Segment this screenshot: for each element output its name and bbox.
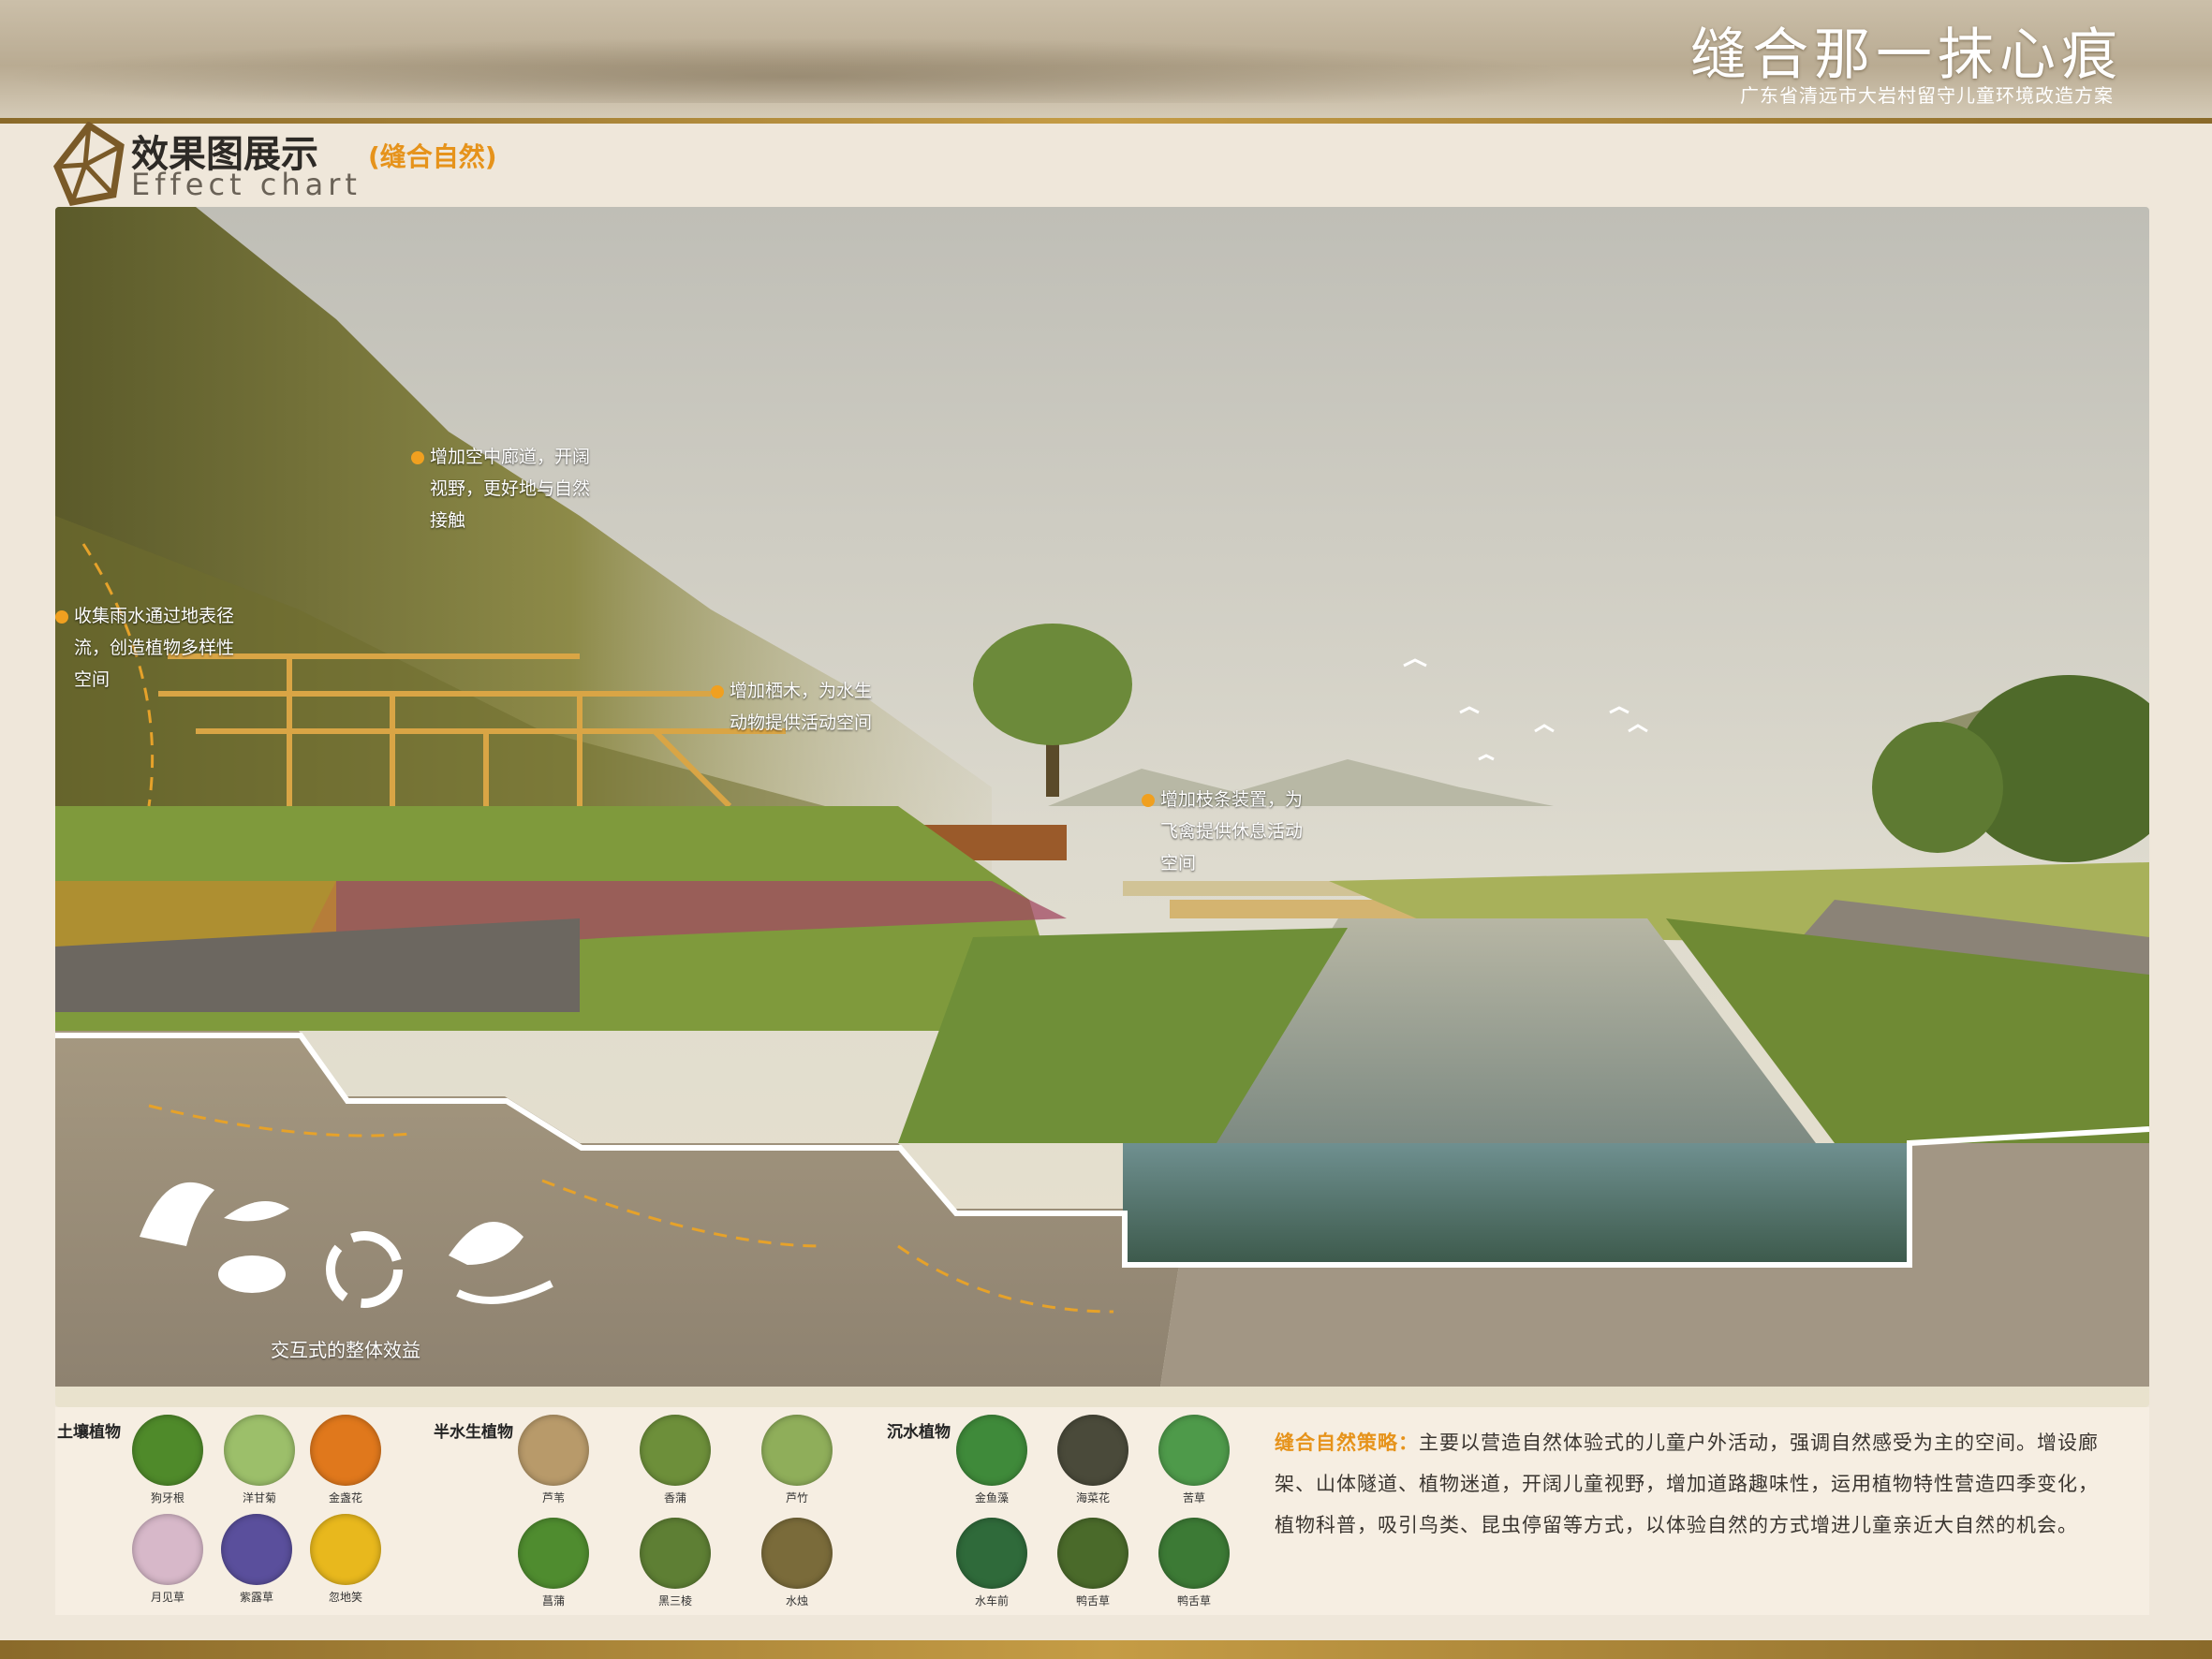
- plant-item: 紫露草: [219, 1514, 294, 1605]
- effect-render: 增加空中廊道，开阔 视野，更好地与自然 接触 收集雨水通过地表径 流，创造植物多…: [55, 207, 2149, 1407]
- callout-marker-icon: [411, 450, 424, 464]
- group-title-submerged: 沉水植物: [887, 1423, 951, 1442]
- plant-item: 狗牙根: [130, 1415, 205, 1505]
- plant-item: 苦草: [1157, 1415, 1231, 1505]
- plant-item: 水车前: [954, 1518, 1029, 1608]
- plant-item: 菖蒲: [516, 1518, 591, 1608]
- page-title: 缝合那一抹心痕: [1690, 22, 2123, 88]
- callout-perch-wood: 增加栖木，为水生 动物提供活动空间: [711, 675, 872, 739]
- plant-item: 水烛: [759, 1518, 834, 1608]
- callout-marker-icon: [55, 609, 68, 624]
- leaf-logo-icon: [52, 122, 125, 206]
- benefit-label: 交互式的整体效益: [271, 1339, 420, 1361]
- group-title-semi-aquatic: 半水生植物: [434, 1423, 513, 1442]
- callout-air-corridor: 增加空中廊道，开阔 视野，更好地与自然 接触: [411, 441, 590, 536]
- page-subtitle: 广东省清远市大岩村留守儿童环境改造方案: [1740, 84, 2114, 107]
- strategy-lead: 缝合自然策略：: [1275, 1431, 1419, 1454]
- plant-item: 芦苇: [516, 1415, 591, 1505]
- callout-marker-icon: [711, 684, 724, 698]
- plant-item: 鸭舌草: [1055, 1518, 1130, 1608]
- landscape-illustration: [55, 207, 2149, 1407]
- plant-item: 香蒲: [638, 1415, 713, 1505]
- group-title-soil: 土壤植物: [57, 1423, 121, 1442]
- callout-rainwater: 收集雨水通过地表径 流，创造植物多样性 空间: [55, 600, 234, 696]
- callout-branch-device: 增加枝条装置，为 飞禽提供休息活动 空间: [1142, 784, 1303, 879]
- footer-divider: [0, 1640, 2212, 1659]
- strategy-text: 缝合自然策略：主要以营造自然体验式的儿童户外活动，强调自然感受为主的空间。增设廊…: [1275, 1422, 2117, 1546]
- plant-item: 鸭舌草: [1157, 1518, 1231, 1608]
- plant-item: 金盏花: [308, 1415, 383, 1505]
- plant-item: 海菜花: [1055, 1415, 1130, 1505]
- banner-landscape: [0, 37, 1592, 103]
- section-tag: (缝合自然): [368, 141, 497, 172]
- plant-item: 洋甘菊: [222, 1415, 297, 1505]
- plant-item: 金鱼藻: [954, 1415, 1029, 1505]
- plant-item: 黑三棱: [638, 1518, 713, 1608]
- plant-item: 芦竹: [759, 1415, 834, 1505]
- callout-marker-icon: [1142, 793, 1155, 807]
- plant-item: 忽地笑: [308, 1514, 383, 1605]
- plant-item: 月见草: [130, 1514, 205, 1605]
- header-divider: [0, 118, 2212, 124]
- plants-panel: 土壤植物 半水生植物 沉水植物 狗牙根 洋甘菊 金盏花 月见草 紫露草 忽地笑 …: [55, 1407, 2149, 1615]
- section-title-en: Effect chart: [131, 167, 361, 202]
